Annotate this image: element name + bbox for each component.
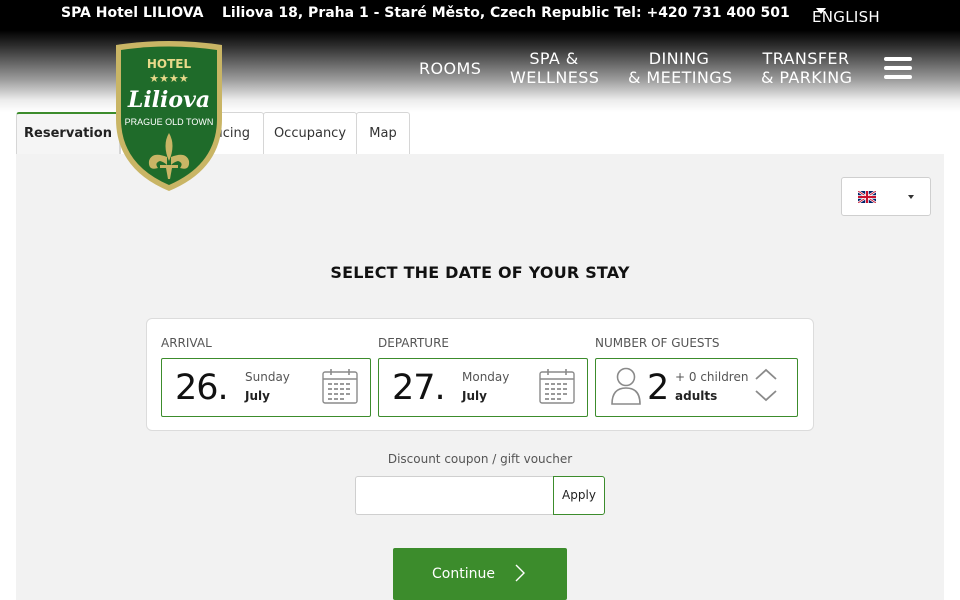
arrival-weekday: Sunday [245,370,290,384]
continue-label: Continue [432,566,495,582]
booking-form: ARRIVAL DEPARTURE NUMBER OF GUESTS 26. S… [146,318,814,431]
nav-transfer-parking[interactable]: TRANSFER & PARKING [761,49,853,87]
reservation-panel: SELECT THE DATE OF YOUR STAY ARRIVAL DEP… [16,154,944,600]
logo-name: Liliova [127,87,210,113]
departure-day: 27. [392,368,446,408]
nav-dining-line1: DINING [648,49,710,68]
hotel-phone[interactable]: Tel: +420 731 400 501 [614,5,790,21]
departure-label: DEPARTURE [378,336,449,350]
hamburger-icon[interactable] [884,57,912,79]
departure-date-picker[interactable]: 27. Monday July [378,358,588,417]
calendar-icon [539,369,575,404]
caret-down-icon [816,8,826,14]
apply-button[interactable]: Apply [553,476,605,515]
calendar-icon [322,369,358,404]
logo-stars: ★★★★ [149,72,189,85]
tab-map[interactable]: Map [356,112,410,154]
guest-count: 2 [647,368,670,408]
children-count: + 0 children [675,370,749,384]
nav-transfer-line1: TRANSFER [762,49,850,68]
tab-occupancy[interactable]: Occupancy [263,112,357,154]
nav-dining-meetings[interactable]: DINING & MEETINGS [628,49,733,87]
arrival-day: 26. [175,368,229,408]
arrow-right-icon [515,564,525,582]
arrival-label: ARRIVAL [161,336,212,350]
language-select[interactable] [841,177,931,216]
logo-subtitle: PRAGUE OLD TOWN [125,117,214,127]
adults-label: adults [675,389,718,403]
chevron-down-icon[interactable] [754,389,778,403]
coupon-input[interactable] [355,476,554,515]
guests-selector[interactable]: 2 + 0 children adults [595,358,798,417]
departure-weekday: Monday [462,370,510,384]
caret-down-icon [908,195,914,199]
tab-reservation[interactable]: Reservation [16,112,120,154]
top-bar: SPA Hotel LILIOVA Liliova 18, Praha 1 - … [0,5,960,26]
hotel-name[interactable]: SPA Hotel LILIOVA [61,5,203,21]
nav-spa-line1: SPA & [529,49,579,68]
logo-hotel-text: HOTEL [147,57,192,71]
nav-transfer-line2: & PARKING [761,68,853,87]
hotel-address: Liliova 18, Praha 1 - Staré Město, Czech… [222,5,610,21]
nav-spa-line2: WELLNESS [510,68,600,87]
nav-rooms[interactable]: ROOMS [419,59,481,78]
chevron-up-icon[interactable] [754,367,778,381]
arrival-month: July [245,389,270,403]
nav-dining-line2: & MEETINGS [628,68,733,87]
continue-button[interactable]: Continue [393,548,567,600]
coupon-label: Discount coupon / gift voucher [387,452,573,466]
uk-flag-icon [858,191,876,203]
arrival-date-picker[interactable]: 26. Sunday July [161,358,371,417]
departure-month: July [462,389,487,403]
nav-spa-wellness[interactable]: SPA & WELLNESS [510,49,600,87]
guests-label: NUMBER OF GUESTS [595,336,720,350]
user-icon [611,367,641,405]
page-title: SELECT THE DATE OF YOUR STAY [330,263,630,282]
hotel-logo[interactable]: HOTEL ★★★★ Liliova PRAGUE OLD TOWN [112,41,226,193]
